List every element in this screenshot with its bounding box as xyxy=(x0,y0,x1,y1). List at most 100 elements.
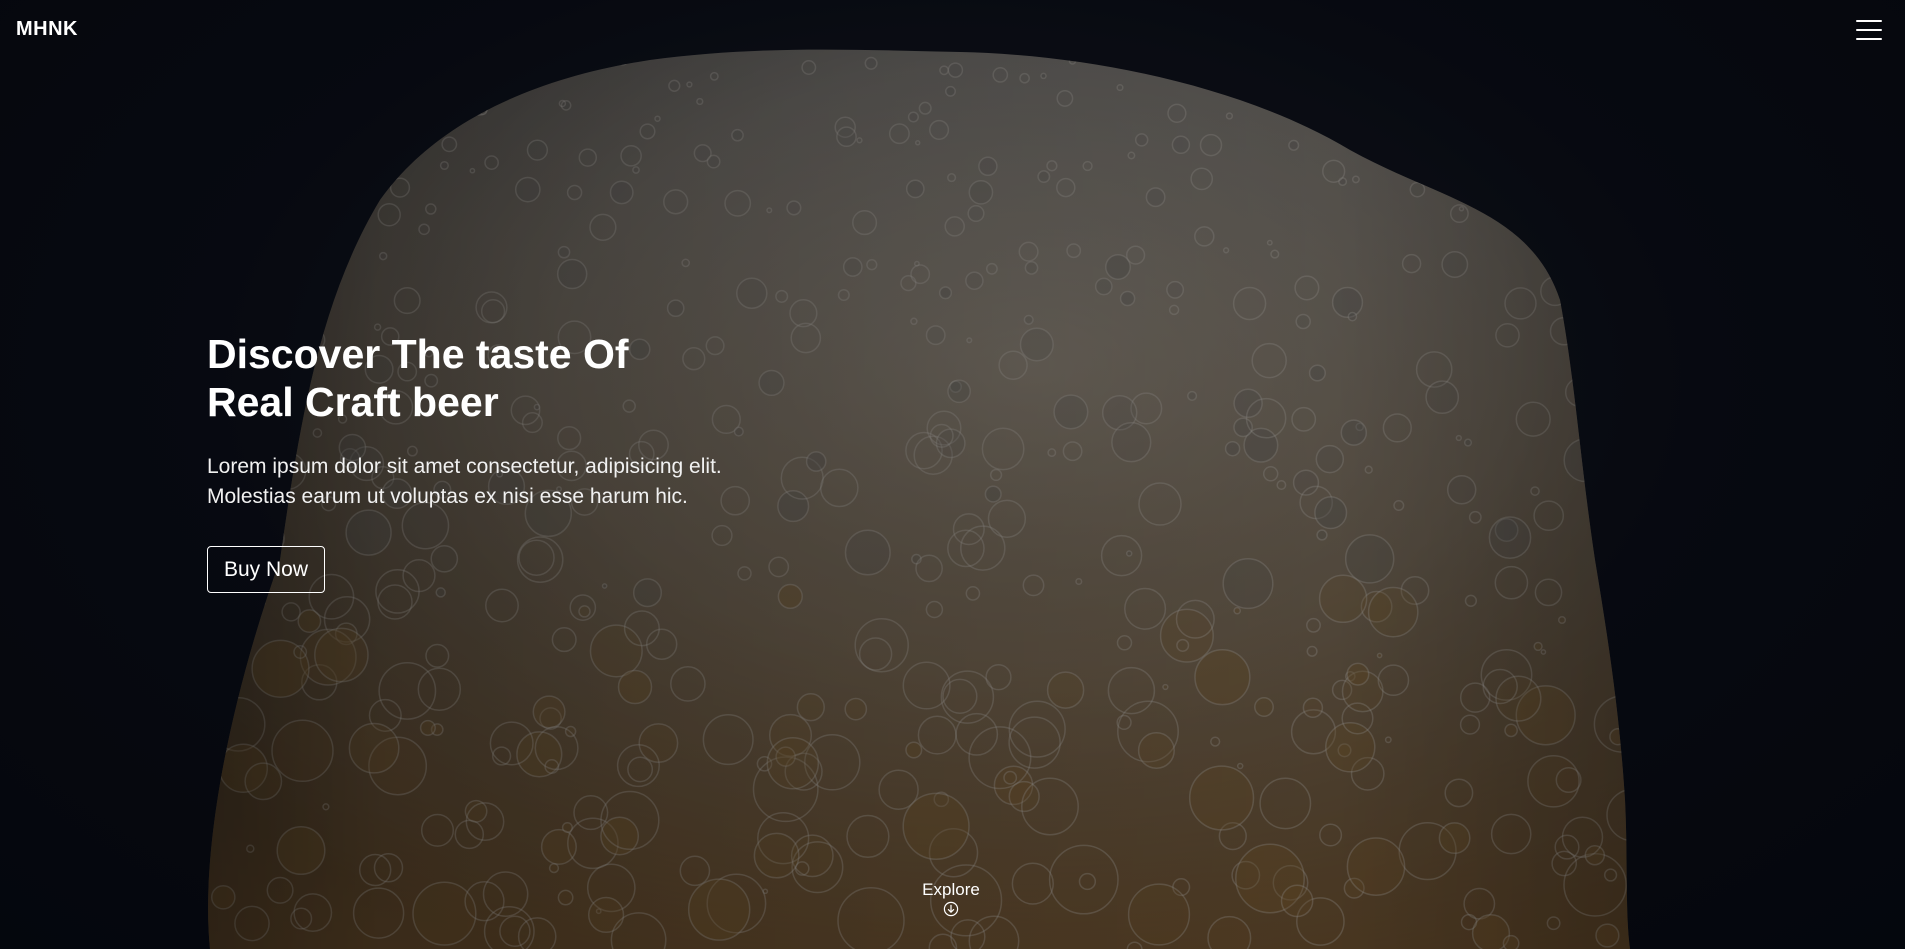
foam-bubble xyxy=(589,624,643,678)
foam-bubble xyxy=(1337,743,1352,758)
foam-bubble xyxy=(993,765,1034,806)
foam-bubble xyxy=(220,274,246,300)
foam-bubble xyxy=(935,428,966,459)
foam-bubble xyxy=(777,583,803,610)
foam-bubble xyxy=(837,886,905,949)
foam-bubble xyxy=(1360,590,1393,623)
foam-bubble xyxy=(1232,286,1267,321)
foam-bubble xyxy=(1199,133,1223,157)
foam-bubble xyxy=(1290,709,1337,755)
foam-bubble xyxy=(940,670,995,724)
foam-bubble xyxy=(1021,777,1079,836)
foam-bubble xyxy=(1023,314,1034,325)
foam-bubble xyxy=(1382,413,1412,443)
foam-bubble xyxy=(1322,159,1346,183)
foam-bubble xyxy=(1504,723,1518,738)
foam-bubble xyxy=(1556,259,1579,282)
foam-bubble xyxy=(960,525,1006,571)
foam-bubble xyxy=(852,210,878,236)
foam-bubble xyxy=(1105,254,1131,280)
foam-bubble xyxy=(1341,702,1374,735)
foam-bubble xyxy=(947,173,957,183)
foam-bubble xyxy=(1011,862,1054,905)
foam-bubble xyxy=(1292,469,1320,496)
foam-bubble xyxy=(952,513,985,546)
foam-bubble xyxy=(1603,211,1620,227)
foam-bubble xyxy=(389,177,411,198)
foam-bubble xyxy=(1423,84,1430,91)
foam-bubble xyxy=(981,427,1025,471)
foam-bubble xyxy=(341,200,352,211)
foam-bubble xyxy=(1458,206,1465,212)
foam-bubble xyxy=(1245,397,1287,439)
foam-bubble xyxy=(854,617,909,673)
foam-bubble xyxy=(1130,392,1163,425)
foam-bubble xyxy=(1533,500,1565,532)
foam-bubble xyxy=(393,287,421,315)
foam-bubble xyxy=(1210,736,1221,747)
brand-logo[interactable]: MHNK xyxy=(16,18,78,41)
foam-bubble xyxy=(560,100,572,111)
foam-bubble xyxy=(654,115,661,122)
explore-link[interactable]: Explore xyxy=(900,880,1002,917)
foam-bubble xyxy=(1299,485,1334,520)
foam-bubble xyxy=(551,627,577,653)
foam-bubble xyxy=(1101,395,1138,431)
foam-bubble xyxy=(1351,175,1360,184)
foam-bubble xyxy=(1344,670,1356,682)
foam-bubble xyxy=(913,435,953,475)
foam-bubble xyxy=(578,148,598,167)
foam-bubble xyxy=(1527,754,1580,808)
foam-bubble xyxy=(1494,565,1529,600)
foam-bubble xyxy=(985,262,998,275)
foam-bubble xyxy=(210,696,266,752)
foam-bubble xyxy=(478,106,488,116)
menu-line xyxy=(1856,38,1882,40)
foam-bubble xyxy=(1502,934,1520,949)
foam-bubble xyxy=(736,277,768,309)
foam-bubble xyxy=(1166,280,1185,299)
foam-bubble xyxy=(1126,941,1143,949)
foam-bubble xyxy=(856,137,863,144)
foam-bubble xyxy=(464,881,505,922)
foam-bubble xyxy=(617,54,629,66)
foam-bubble xyxy=(1291,406,1317,432)
foam-bubble xyxy=(801,60,817,75)
buy-now-button[interactable]: Buy Now xyxy=(207,546,326,593)
foam-bubble xyxy=(928,827,979,878)
foam-bubble xyxy=(775,746,796,767)
foam-bubble xyxy=(419,719,436,736)
foam-bubble xyxy=(1224,440,1241,457)
foam-bubble xyxy=(842,257,863,277)
foam-bubble xyxy=(290,907,313,930)
foam-bubble xyxy=(670,666,706,702)
foam-bubble xyxy=(1343,877,1365,899)
foam-bubble xyxy=(469,167,476,174)
foam-bubble xyxy=(645,628,678,660)
foam-bubble xyxy=(858,637,893,671)
foam-bubble xyxy=(819,468,859,508)
foam-bubble xyxy=(1563,438,1608,483)
foam-bubble xyxy=(945,85,956,97)
foam-bubble xyxy=(244,762,283,801)
foam-bubble xyxy=(1455,434,1462,442)
foam-bubble xyxy=(1376,652,1383,659)
foam-bubble xyxy=(1549,316,1579,346)
foam-bubble xyxy=(236,219,255,237)
foam-bubble xyxy=(1117,700,1179,763)
foam-bubble xyxy=(1409,181,1426,198)
foam-bubble xyxy=(1554,834,1580,860)
foam-bubble xyxy=(632,166,640,174)
foam-bubble xyxy=(483,905,535,949)
foam-bubble xyxy=(333,116,342,126)
foam-bubble xyxy=(762,888,769,895)
foam-bubble xyxy=(1162,683,1169,691)
foam-bubble xyxy=(1047,448,1057,458)
foam-bubble xyxy=(1222,247,1230,254)
hamburger-menu-icon[interactable] xyxy=(1856,18,1882,42)
foam-bubble xyxy=(470,96,489,116)
foam-bubble xyxy=(910,264,931,285)
foam-bubble xyxy=(929,119,950,140)
foam-bubble xyxy=(888,123,910,145)
foam-bubble xyxy=(1464,594,1478,607)
